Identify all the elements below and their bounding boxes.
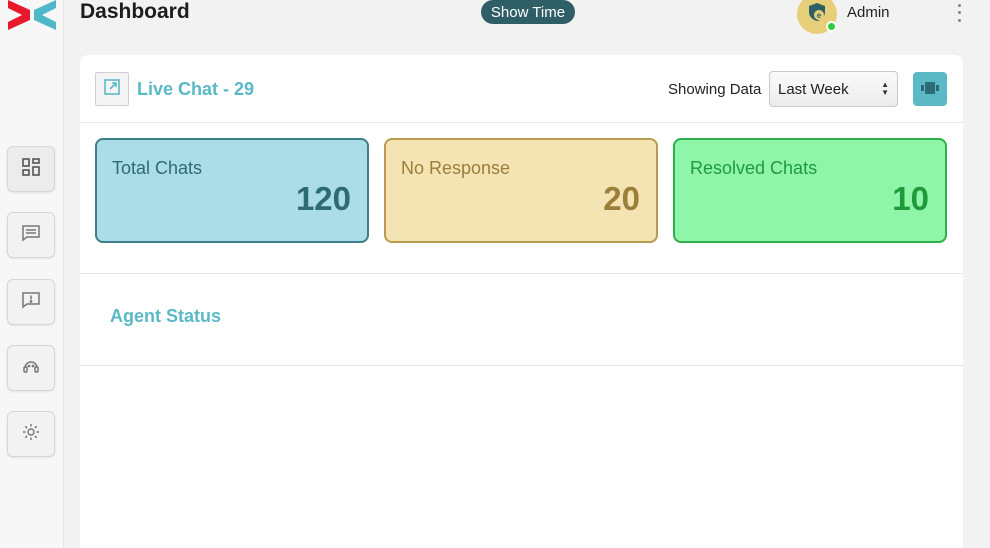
live-chat-card: Live Chat - 29 Showing Data Last Week ▲ ▼… <box>80 55 963 548</box>
page-title: Dashboard <box>80 0 190 23</box>
stat-label: No Response <box>401 158 511 178</box>
view-toggle-button[interactable] <box>913 72 947 106</box>
live-chat-title: Live Chat - 29 <box>137 79 255 99</box>
card-header: Live Chat - 29 Showing Data Last Week ▲ ▼ <box>80 55 963 123</box>
dashboard-icon <box>21 157 41 182</box>
alert-message-icon <box>21 290 41 315</box>
showing-data-label: Showing Data <box>668 81 762 98</box>
section-divider <box>80 365 963 366</box>
gear-icon <box>21 422 41 447</box>
user-name: Admin <box>847 4 890 21</box>
show-time-button[interactable]: Show Time <box>481 0 575 24</box>
svg-text:e: e <box>817 11 822 20</box>
sidebar-item-dashboard[interactable] <box>7 146 55 192</box>
columns-view-icon <box>921 81 939 97</box>
stat-total-chats[interactable]: Total Chats 120 <box>95 138 369 243</box>
select-arrows-icon: ▲ ▼ <box>881 80 889 97</box>
sidebar-item-agents[interactable] <box>7 345 55 391</box>
stat-label: Resolved Chats <box>690 158 818 178</box>
section-divider <box>80 273 963 274</box>
sidebar-item-settings[interactable] <box>7 411 55 457</box>
open-external-button[interactable] <box>95 72 129 106</box>
stat-value: 10 <box>892 180 929 217</box>
stat-label: Total Chats <box>112 158 203 178</box>
shield-user-icon: e <box>806 1 828 28</box>
stat-value: 20 <box>603 180 640 217</box>
sidebar-item-feedback[interactable] <box>7 279 55 325</box>
sidebar-item-chats[interactable] <box>7 212 55 258</box>
support-agent-icon <box>21 356 41 381</box>
stat-value: 120 <box>295 180 351 217</box>
stat-no-response[interactable]: No Response 20 <box>384 138 658 243</box>
chat-icon <box>21 223 41 248</box>
brand-logo[interactable] <box>8 0 58 30</box>
online-status-dot <box>826 21 837 32</box>
date-range-value: Last Week <box>778 80 849 98</box>
more-options-icon[interactable] <box>952 2 966 24</box>
open-external-icon <box>103 78 121 101</box>
sidebar <box>0 0 64 548</box>
agent-status-title: Agent Status <box>110 306 222 326</box>
avatar[interactable]: e <box>797 0 837 34</box>
date-range-select[interactable]: Last Week ▲ ▼ <box>769 71 898 107</box>
stat-resolved-chats[interactable]: Resolved Chats 10 <box>673 138 947 243</box>
